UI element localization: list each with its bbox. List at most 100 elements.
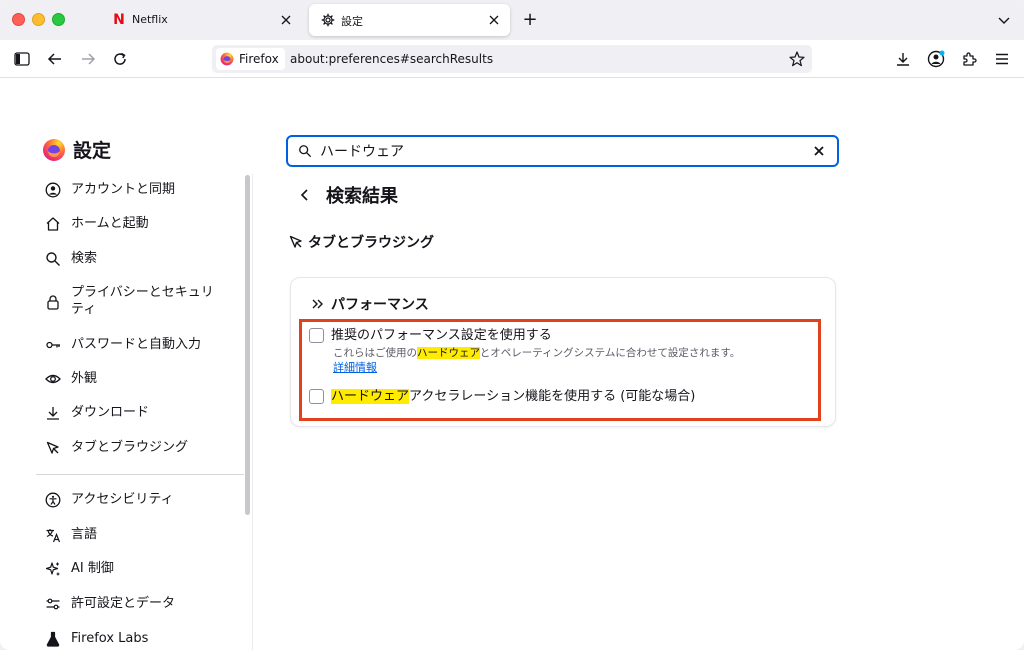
sidebar-item-label: 検索 [71, 251, 98, 266]
browser-window: N Netflix 設定 + Firefox about:preferences… [0, 0, 1024, 650]
zoom-window-button[interactable] [52, 13, 65, 26]
performance-card: パフォーマンス 推奨のパフォーマンス設定を使用する これらはご使用のハードウェア… [290, 277, 836, 427]
close-icon [281, 15, 291, 25]
sidebar-scrollbar-thumb[interactable] [245, 175, 250, 515]
hardware-acceleration-option[interactable]: ハードウェアアクセラレーション機能を使用する (可能な場合) [309, 388, 695, 405]
close-icon [814, 146, 824, 156]
sidebar-item-privacy[interactable]: プライバシーとセキュリティ [44, 284, 226, 318]
results-header: 検索結果 [296, 182, 398, 208]
double-chevron-right-icon [311, 297, 325, 311]
key-icon [44, 336, 61, 353]
tab-settings[interactable]: 設定 [309, 4, 510, 36]
card-title: パフォーマンス [331, 297, 429, 313]
accessibility-icon [44, 491, 61, 508]
search-icon [44, 250, 61, 267]
sidebar-divider [36, 474, 244, 475]
learn-more-link[interactable]: 詳細情報 [333, 361, 377, 375]
tab-list-button[interactable] [996, 12, 1012, 28]
extensions-button[interactable] [959, 49, 979, 69]
lock-icon [44, 293, 61, 310]
download-icon [897, 53, 909, 66]
option-description: これらはご使用のハードウェアとオペレーティングシステムに合わせて設定されます。 [333, 347, 741, 359]
firefox-logo-icon [220, 52, 234, 66]
sidebar-item-label: アカウントと同期 [71, 182, 176, 197]
sidebar-item-passwords[interactable]: パスワードと自動入力 [44, 336, 201, 353]
section-title: タブとブラウジング [308, 235, 434, 251]
sidebar-toggle-button[interactable] [12, 49, 32, 69]
sidebar-item-label: ホームと起動 [71, 216, 149, 231]
sidebar-item-firefox-labs[interactable]: Firefox Labs [44, 630, 148, 647]
sidebar-item-label: Firefox Labs [71, 631, 149, 646]
results-title: 検索結果 [326, 186, 398, 207]
sidebar-item-search[interactable]: 検索 [44, 250, 97, 267]
tab-close-button[interactable] [486, 12, 502, 28]
sidebar-item-permissions-data[interactable]: 許可設定とデータ [44, 595, 175, 612]
tab-netflix[interactable]: N Netflix [100, 4, 302, 36]
downloads-button[interactable] [893, 49, 913, 69]
search-icon [299, 145, 312, 158]
chevron-down-icon [998, 17, 1010, 24]
close-window-button[interactable] [12, 13, 25, 26]
card-header: パフォーマンス [311, 294, 429, 314]
sidebar-item-label: タブとブラウジング [71, 440, 189, 455]
account-icon [927, 50, 945, 68]
forward-button[interactable] [78, 49, 98, 69]
account-button[interactable] [926, 49, 946, 69]
clear-search-button[interactable] [811, 143, 827, 159]
star-icon [789, 51, 805, 67]
search-highlight: ハードウェア [417, 347, 480, 359]
sidebar-item-appearance[interactable]: 外観 [44, 370, 97, 387]
search-input[interactable] [320, 141, 800, 161]
option-label: ハードウェアアクセラレーション機能を使用する (可能な場合) [331, 389, 696, 404]
eye-icon [44, 370, 61, 387]
new-tab-button[interactable]: + [520, 10, 540, 30]
navigation-toolbar: Firefox about:preferences#searchResults [0, 40, 1024, 78]
sidebar-header: 設定 [42, 136, 111, 163]
sidebar-item-accessibility[interactable]: アクセシビリティ [44, 491, 174, 508]
back-to-settings-button[interactable] [296, 186, 314, 204]
url-text: about:preferences#searchResults [290, 52, 494, 66]
tab-label: 設定 [341, 15, 363, 28]
reload-button[interactable] [110, 49, 130, 69]
netflix-icon: N [113, 12, 125, 28]
identity-box[interactable]: Firefox [216, 48, 285, 70]
account-icon [44, 181, 61, 198]
sidebar-item-account-sync[interactable]: アカウントと同期 [44, 181, 175, 198]
sidebar-item-label: プライバシーとセキュリティ [71, 285, 214, 317]
sidebar-item-language[interactable]: 言語 [44, 526, 97, 543]
back-button[interactable] [45, 49, 65, 69]
sidebar-item-label: 言語 [71, 527, 98, 542]
sidebar-item-label: 許可設定とデータ [71, 596, 176, 611]
tab-strip: N Netflix 設定 + [0, 0, 1024, 40]
firefox-logo-icon [43, 138, 65, 161]
hardware-acceleration-checkbox[interactable] [309, 389, 324, 404]
tab-close-button[interactable] [278, 12, 294, 28]
language-icon [44, 526, 61, 543]
sidebar-border [252, 174, 253, 650]
cursor-icon [44, 439, 61, 456]
sliders-icon [44, 595, 61, 612]
sidebar-item-label: パスワードと自動入力 [71, 337, 202, 352]
minimize-window-button[interactable] [32, 13, 45, 26]
download-icon [44, 404, 61, 421]
recommended-performance-checkbox[interactable] [309, 328, 324, 343]
sidebar-item-downloads[interactable]: ダウンロード [44, 404, 149, 421]
puzzle-icon [963, 52, 977, 66]
arrow-left-icon [47, 53, 61, 65]
bookmark-star-button[interactable] [788, 50, 806, 68]
sidebar-item-home[interactable]: ホームと起動 [44, 215, 149, 232]
reload-icon [114, 52, 126, 65]
sidebar-item-ai-controls[interactable]: AI 制御 [44, 560, 114, 577]
url-bar[interactable]: Firefox about:preferences#searchResults [212, 45, 812, 73]
arrow-right-icon [82, 53, 96, 65]
chevron-left-icon [300, 189, 308, 201]
section-heading: タブとブラウジング [288, 232, 434, 252]
cursor-icon [288, 234, 304, 250]
sidebar-item-tabs-browsing[interactable]: タブとブラウジング [44, 439, 188, 456]
search-highlight: ハードウェア [331, 389, 410, 404]
flask-icon [44, 630, 61, 647]
home-icon [44, 215, 61, 232]
recommended-performance-option[interactable]: 推奨のパフォーマンス設定を使用する [309, 327, 552, 344]
menu-button[interactable] [992, 49, 1012, 69]
close-icon [489, 15, 499, 25]
